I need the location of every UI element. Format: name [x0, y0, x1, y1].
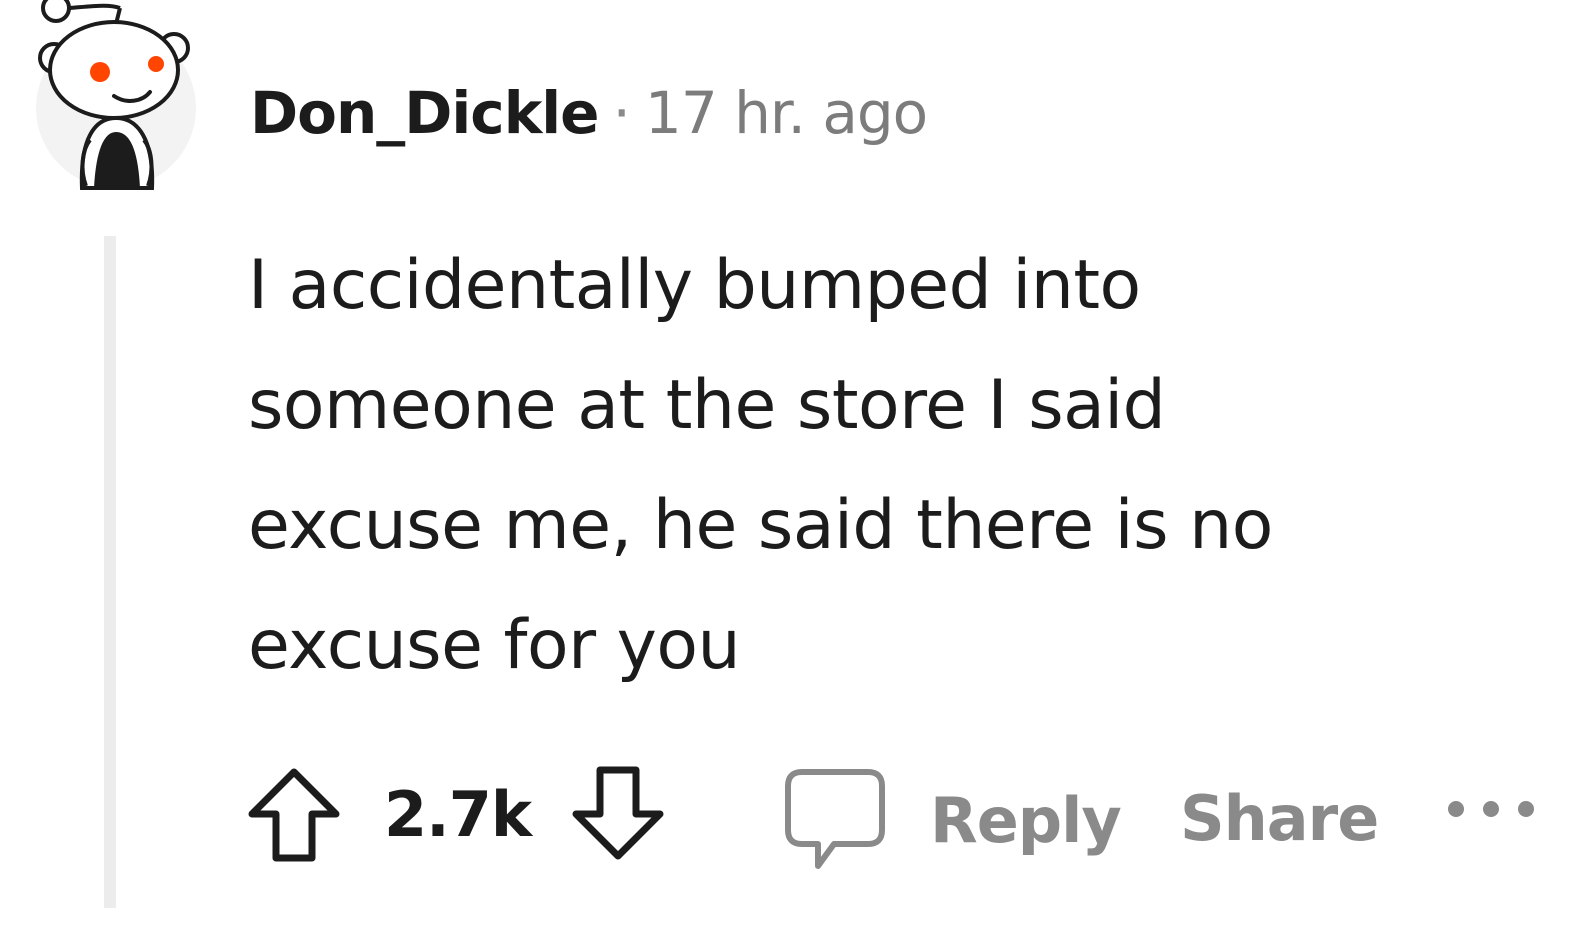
avatar[interactable]	[34, 0, 204, 195]
downvote-arrow-icon[interactable]	[568, 760, 668, 870]
username[interactable]: Don_Dickle	[250, 79, 599, 147]
comment-body-line: excuse for you	[248, 606, 741, 685]
comment-body-line: excuse me, he said there is no	[248, 486, 1273, 565]
comment-bubble-icon	[785, 769, 885, 869]
vote-count: 2.7k	[384, 778, 532, 851]
share-button[interactable]: Share	[1180, 782, 1379, 855]
comment-body-line: I accidentally bumped into	[248, 246, 1141, 325]
thread-line[interactable]	[104, 236, 116, 908]
comment-header: Don_Dickle · 17 hr. ago	[250, 78, 928, 148]
reply-button[interactable]: Reply	[780, 760, 1122, 880]
timestamp[interactable]: 17 hr. ago	[645, 79, 928, 147]
reply-label: Reply	[930, 783, 1122, 857]
upvote-arrow-icon[interactable]	[244, 760, 344, 870]
more-options-icon[interactable]	[1444, 794, 1538, 824]
comment-body: I accidentally bumped into someone at th…	[248, 226, 1448, 706]
separator-dot: ·	[612, 79, 631, 147]
comment-body-line: someone at the store I said	[248, 366, 1166, 445]
comment-action-bar: 2.7k Reply Share	[244, 760, 1544, 880]
reddit-snoo-avatar-icon	[36, 0, 196, 190]
